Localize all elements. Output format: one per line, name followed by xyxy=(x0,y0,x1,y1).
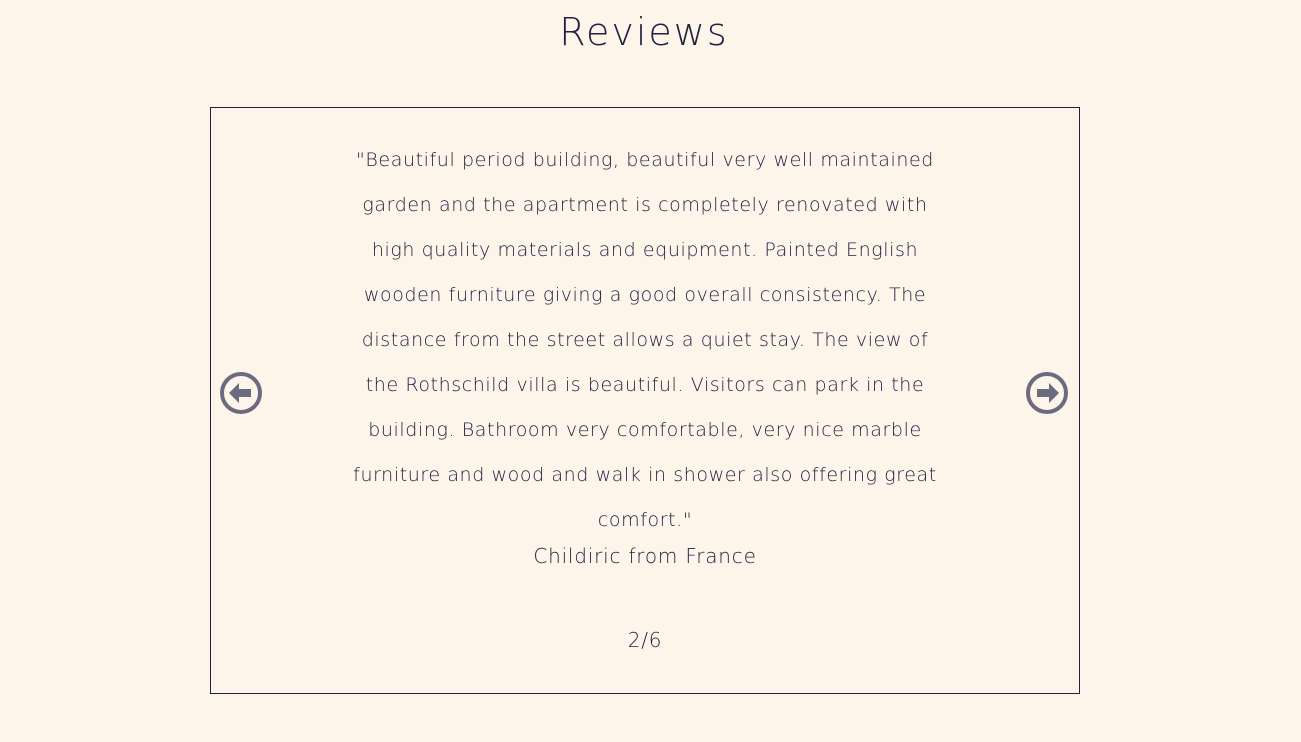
review-card: "Beautiful period building, beautiful ve… xyxy=(210,107,1080,694)
next-review-button[interactable] xyxy=(1025,371,1069,415)
previous-review-button[interactable] xyxy=(219,371,263,415)
reviews-page: Reviews "Beautiful period building, beau… xyxy=(0,0,1301,742)
page-title: Reviews xyxy=(559,10,729,54)
review-author: Childiric from France xyxy=(533,544,757,568)
arrow-right-circle-icon xyxy=(1026,372,1068,414)
review-counter: 2/6 xyxy=(627,628,663,652)
arrow-left-circle-icon xyxy=(220,372,262,414)
review-quote: "Beautiful period building, beautiful ve… xyxy=(353,149,937,531)
